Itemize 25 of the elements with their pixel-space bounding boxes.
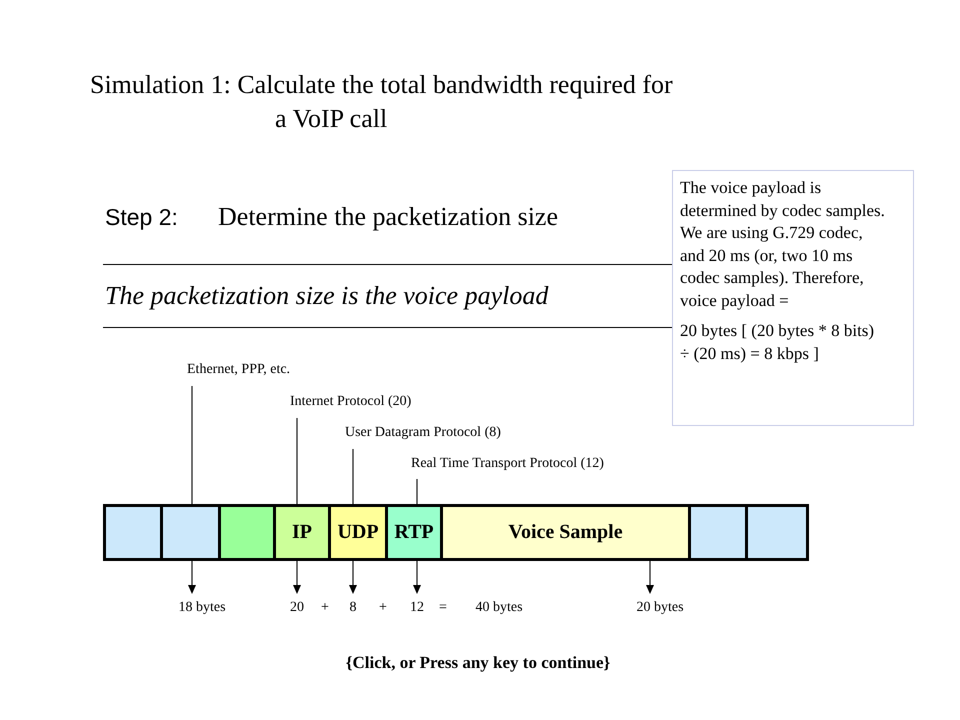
- continue-prompt: {Click, or Press any key to continue}: [346, 653, 610, 672]
- byte-count: +: [321, 600, 329, 616]
- byte-count: 12: [410, 600, 424, 616]
- byte-count: 8: [350, 600, 356, 616]
- segment-label: IP: [292, 521, 312, 544]
- byte-count: 20 bytes: [636, 600, 684, 616]
- byte-count: +: [379, 600, 387, 616]
- segment-label: UDP: [337, 521, 379, 544]
- slide-title: Simulation 1: Calculate the total bandwidth required for: [89, 69, 674, 101]
- segment-label: RTP: [394, 521, 434, 544]
- slide-title: a VoIP call: [274, 103, 388, 135]
- byte-count: 40 bytes: [475, 600, 523, 616]
- byte-count: 20: [290, 600, 304, 616]
- protocol-label: User Datagram Protocol (8): [345, 425, 501, 441]
- statement-text: The packetization size is the voice payload: [105, 281, 548, 311]
- protocol-label: Real Time Transport Protocol (12): [411, 456, 604, 472]
- protocol-label: Internet Protocol (20): [290, 394, 412, 410]
- note-text: 20 bytes [ (20 bytes * 8 bits) ÷ (20 ms) = 8 kbps ]: [680, 320, 876, 365]
- step-label: Step 2:: [105, 204, 179, 231]
- byte-count: =: [439, 600, 447, 616]
- byte-count: 18 bytes: [178, 600, 226, 616]
- segment-label: Voice Sample: [508, 521, 623, 544]
- note-text: The voice payload is determined by codec samples. We are using G.729 codec, and 20 ms (or, two 10 ms codec samples). Therefore, voice payload =: [680, 177, 885, 312]
- protocol-label: Ethernet, PPP, etc.: [187, 362, 290, 378]
- step-heading: Determine the packetization size: [218, 202, 558, 232]
